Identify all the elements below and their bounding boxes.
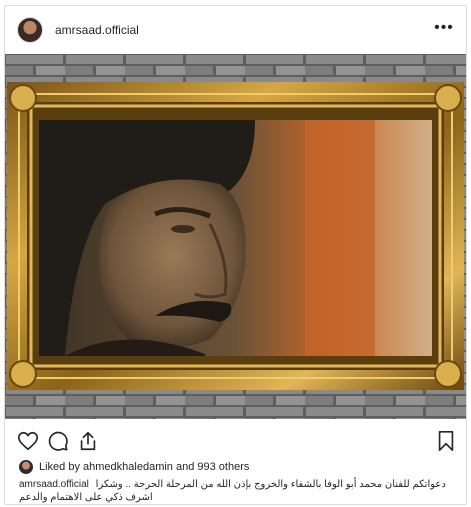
more-horizontal-icon[interactable]: •••: [434, 20, 454, 36]
bookmark-icon[interactable]: [435, 430, 457, 452]
caption-username[interactable]: amrsaad.official: [19, 479, 89, 490]
post-actions: [5, 426, 466, 454]
username-link[interactable]: amrsaad.official: [55, 23, 139, 37]
likes-text: Liked by ahmedkhaledamin and 993 others: [39, 461, 250, 473]
liker-avatar: [19, 460, 33, 474]
post-header: amrsaad.official •••: [5, 6, 466, 54]
share-icon[interactable]: [77, 430, 99, 452]
likes-summary[interactable]: Liked by ahmedkhaledamin and 993 others: [19, 458, 459, 476]
heart-icon[interactable]: [17, 430, 39, 452]
profile-avatar[interactable]: [17, 17, 43, 43]
post-image[interactable]: [5, 54, 466, 419]
comment-icon[interactable]: [47, 430, 69, 452]
instagram-post: amrsaad.official ••• Liked by ahmedkhale…: [4, 5, 467, 505]
post-caption: amrsaad.official دعواتكم للفنان محمد أبو…: [19, 478, 453, 504]
